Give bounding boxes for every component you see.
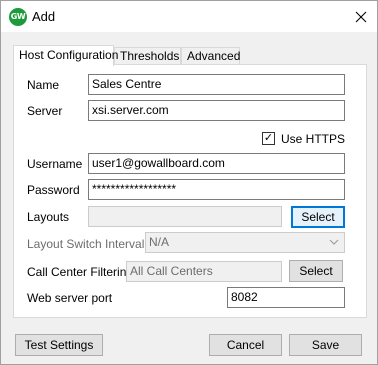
username-input[interactable]: user1@gowallboard.com <box>88 153 345 174</box>
use-https-checkbox[interactable]: ✓ <box>262 132 275 145</box>
server-input[interactable]: xsi.server.com <box>88 100 345 121</box>
chevron-down-icon <box>329 239 339 245</box>
password-input[interactable]: ****************** <box>88 179 345 200</box>
call-center-filtering-label: Call Center Filtering <box>27 265 134 279</box>
window-title: Add <box>32 9 56 24</box>
name-input[interactable]: Sales Centre <box>88 74 345 95</box>
cancel-button[interactable]: Cancel <box>209 334 282 356</box>
password-label: Password <box>27 183 80 197</box>
call-center-filtering-field: All Call Centers <box>126 261 282 282</box>
close-button[interactable] <box>345 1 377 32</box>
use-https-label: Use HTTPS <box>281 132 346 146</box>
tab-host-configuration[interactable]: Host Configuration <box>13 45 118 66</box>
close-icon <box>355 11 367 22</box>
layouts-label: Layouts <box>27 210 70 224</box>
layouts-select-button[interactable]: Select <box>291 206 345 228</box>
save-button[interactable]: Save <box>289 334 362 356</box>
add-dialog: GW Add Host Configuration Thresholds Adv… <box>0 0 378 365</box>
layout-switch-interval-combo: N/A <box>145 232 345 253</box>
tab-thresholds[interactable]: Thresholds <box>114 47 181 65</box>
call-center-select-button[interactable]: Select <box>289 260 343 282</box>
username-label: Username <box>27 157 83 171</box>
app-logo-icon: GW <box>9 8 27 26</box>
test-settings-button[interactable]: Test Settings <box>15 334 103 356</box>
web-server-port-label: Web server port <box>27 291 113 305</box>
tab-advanced[interactable]: Advanced <box>181 47 240 65</box>
layout-switch-interval-value: N/A <box>149 235 170 249</box>
server-label: Server <box>27 104 63 118</box>
web-server-port-input[interactable]: 8082 <box>227 287 345 308</box>
layouts-field <box>88 206 282 227</box>
title-bar: GW Add <box>1 1 377 32</box>
layout-switch-interval-label: Layout Switch Interval <box>27 237 145 251</box>
name-label: Name <box>27 78 60 92</box>
